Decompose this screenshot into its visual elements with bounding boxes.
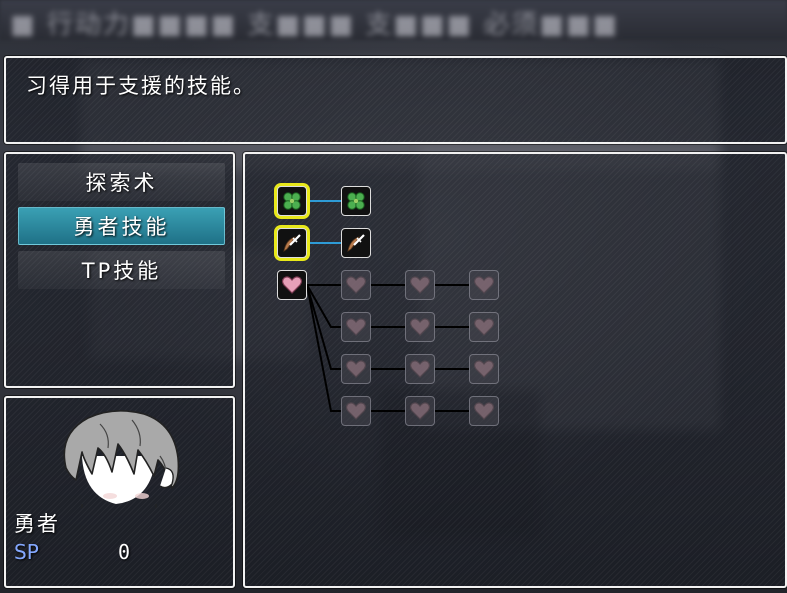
heart-icon [409, 317, 431, 337]
skill-node-heart-r2c2[interactable] [405, 270, 435, 300]
skill-node-heart-b2c2[interactable] [469, 396, 499, 426]
clover-icon [345, 190, 367, 212]
skill-tree-connectors [306, 200, 469, 412]
heart-icon [473, 317, 495, 337]
skill-node-heart-b2c1[interactable] [405, 396, 435, 426]
skill-node-heart-b0c2[interactable] [469, 312, 499, 342]
heart-icon [345, 317, 367, 337]
skill-node-heart-b1c0[interactable] [341, 354, 371, 384]
heart-icon [345, 359, 367, 379]
skill-node-sword-r1c1[interactable] [341, 228, 371, 258]
heart-icon [473, 359, 495, 379]
heart-icon [473, 275, 495, 295]
skill-node-sword-r1c0[interactable] [277, 228, 307, 258]
clover-icon [281, 190, 303, 212]
actor-name: 勇者 [14, 512, 60, 536]
skill-node-heart-b0c0[interactable] [341, 312, 371, 342]
heart-icon [345, 275, 367, 295]
heart-icon [281, 275, 303, 295]
category-window: 探索术 勇者技能 TP技能 [4, 152, 235, 388]
heart-icon [473, 401, 495, 421]
category-exploration[interactable]: 探索术 [18, 163, 225, 201]
skill-node-heart-b1c2[interactable] [469, 354, 499, 384]
skill-node-heart-r2c3[interactable] [469, 270, 499, 300]
heart-icon [409, 359, 431, 379]
skill-node-heart-b2c0[interactable] [341, 396, 371, 426]
help-window: 习得用于支援的技能。 [4, 56, 787, 144]
category-hero-skills[interactable]: 勇者技能 [18, 207, 225, 245]
actor-window: 勇者 SP 0 [4, 396, 235, 588]
skill-node-heart-b0c1[interactable] [405, 312, 435, 342]
skill-node-clover-r0c0[interactable] [277, 186, 307, 216]
blurred-status-text: ■ 行动力■■■■ 支■■■ 支■■■ 必须■■■ [10, 10, 619, 40]
sword-icon [281, 232, 303, 254]
heart-icon [409, 275, 431, 295]
skill-node-heart-r2c1[interactable] [341, 270, 371, 300]
game-screen: ■ 行动力■■■■ 支■■■ 支■■■ 必须■■■ 习得用于支援的技能。 探索术… [0, 0, 787, 593]
skill-node-heart-r2c0[interactable] [277, 270, 307, 300]
skill-description: 习得用于支援的技能。 [26, 74, 256, 98]
skill-node-clover-r0c1[interactable] [341, 186, 371, 216]
sword-icon [345, 232, 367, 254]
heart-icon [345, 401, 367, 421]
skill-node-heart-b1c1[interactable] [405, 354, 435, 384]
heart-icon [409, 401, 431, 421]
category-tp-skills[interactable]: TP技能 [18, 251, 225, 289]
sp-value: 0 [118, 540, 131, 564]
skill-tree-window [243, 152, 787, 588]
sp-label: SP [14, 540, 39, 564]
hero-portrait [63, 410, 180, 508]
blurred-status-bar: ■ 行动力■■■■ 支■■■ 支■■■ 必须■■■ [0, 0, 787, 40]
